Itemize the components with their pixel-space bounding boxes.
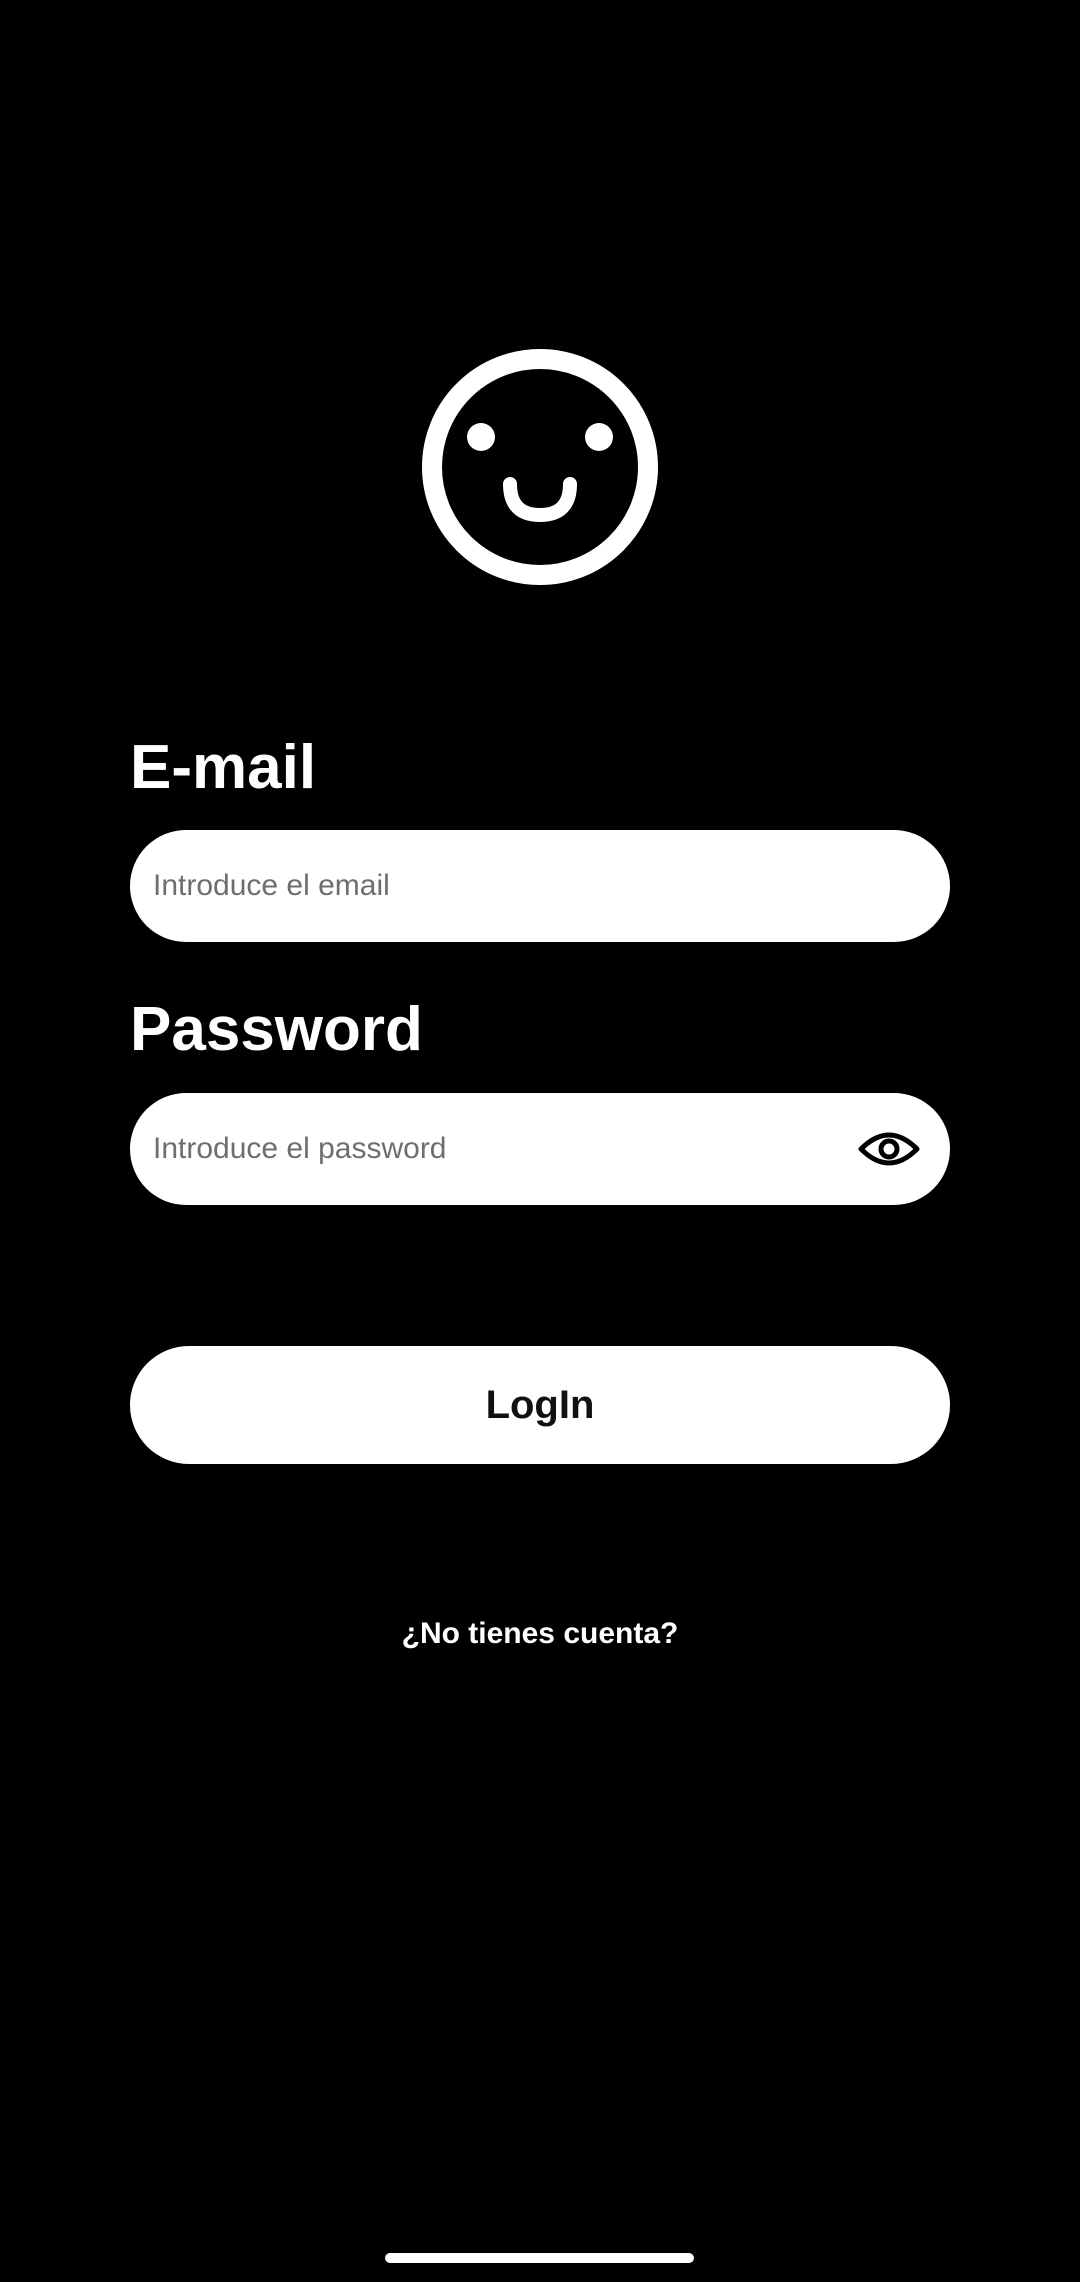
password-field-container — [130, 1093, 950, 1205]
email-label: E-mail — [130, 733, 317, 802]
email-input[interactable] — [130, 830, 950, 942]
password-input[interactable] — [130, 1093, 950, 1205]
eye-icon[interactable] — [858, 1118, 920, 1180]
smiley-face-icon — [422, 349, 658, 585]
email-field-container — [130, 830, 950, 942]
login-button[interactable]: LogIn — [130, 1346, 950, 1464]
signup-link[interactable]: ¿No tienes cuenta? — [0, 1617, 1080, 1651]
password-label: Password — [130, 995, 423, 1064]
home-indicator[interactable] — [385, 2253, 694, 2263]
